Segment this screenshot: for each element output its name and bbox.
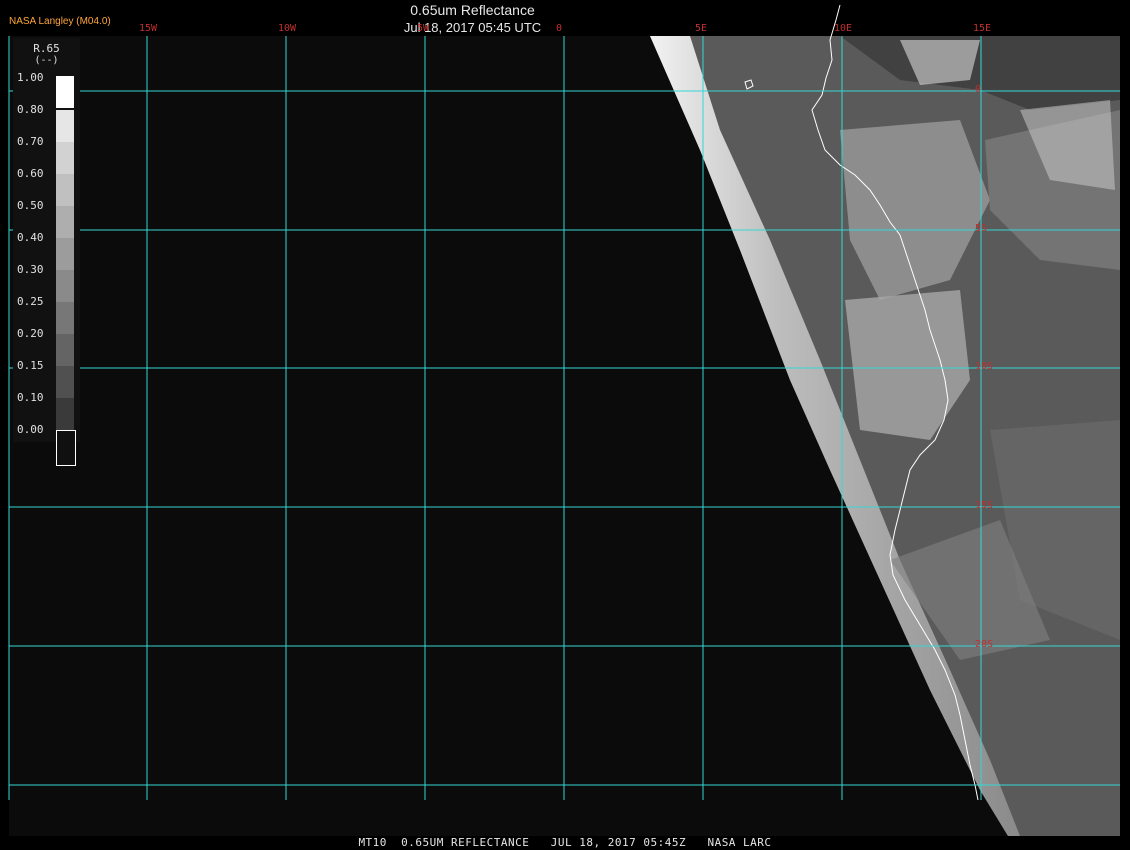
legend-swatch: [56, 142, 74, 174]
longitude-label: 5E: [695, 23, 708, 34]
legend-swatch: [56, 302, 74, 334]
legend-tick-label: 0.10: [17, 391, 44, 404]
legend-swatch: [56, 174, 74, 206]
legend-variable: R.65: [33, 42, 60, 55]
legend-tick-label: 0.70: [17, 135, 44, 148]
legend-tick-label: 0.80: [17, 103, 44, 116]
legend-swatch: [56, 110, 74, 142]
longitude-label: 15E: [973, 23, 992, 34]
page-title: 0.65um Reflectance: [410, 2, 535, 18]
latitude-label: 15S: [975, 500, 994, 511]
reflectance-map: [8, 4, 1120, 836]
legend-swatch: [56, 334, 74, 366]
legend-tick-label: 0.40: [17, 231, 44, 244]
latitude-label: 10S: [975, 361, 994, 372]
legend-tick-label: 0.30: [17, 263, 44, 276]
legend-swatch: [56, 238, 74, 270]
satellite-image-view: NASA Langley (M04.0) 0.65um Reflectance …: [0, 0, 1130, 850]
longitude-label: 10E: [834, 23, 853, 34]
legend-swatch: [56, 270, 74, 302]
legend-tick-label: 0.50: [17, 199, 44, 212]
longitude-label: 0: [556, 23, 563, 34]
legend-swatch: [56, 430, 76, 466]
legend-swatch: [56, 366, 74, 398]
legend-unit: (--): [34, 55, 59, 66]
legend-swatch: [56, 206, 74, 238]
legend-tick-label: 0.00: [17, 423, 44, 436]
longitude-label: 10W: [278, 23, 297, 34]
latitude-label: 20S: [975, 639, 994, 650]
color-scale-legend: R.65 (--) 1.00 0.80 0.70 0.60 0.50 0.40 0.30 0.…: [13, 38, 80, 466]
legend-tick-label: 0.60: [17, 167, 44, 180]
latitude-label: 5S: [975, 223, 988, 234]
longitude-label: 5W: [417, 23, 430, 34]
legend-swatch: [56, 398, 74, 430]
legend-swatch: [56, 76, 74, 108]
legend-tick-label: 1.00: [17, 71, 44, 84]
latitude-label: 0: [975, 84, 982, 95]
longitude-label: 15W: [139, 23, 158, 34]
legend-tick-label: 0.15: [17, 359, 44, 372]
legend-tick-label: 0.25: [17, 295, 44, 308]
footer-caption: MT10 0.65UM REFLECTANCE JUL 18, 2017 05:…: [358, 836, 772, 849]
legend-tick-label: 0.20: [17, 327, 44, 340]
